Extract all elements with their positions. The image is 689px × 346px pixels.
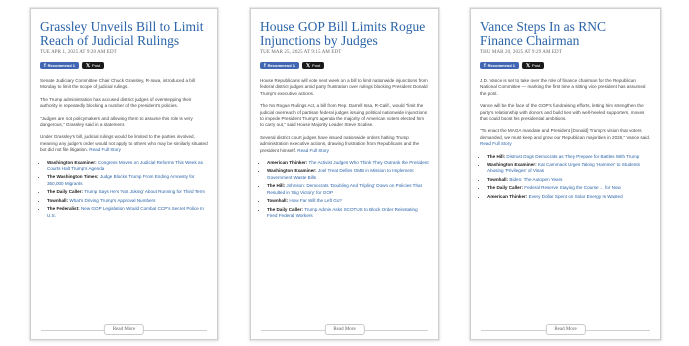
related-link[interactable]: Washington Examiner: Joel Treat Defies O…: [267, 168, 429, 181]
link-source: The Washington Times:: [47, 174, 99, 180]
article-title[interactable]: Vance Steps In as RNC Finance Chairman: [480, 20, 651, 48]
facebook-recommend-button[interactable]: f Recommend 1: [40, 62, 80, 69]
paragraph-text: Several district court judges have issue…: [260, 134, 420, 153]
read-full-story-link[interactable]: Read Full Story: [297, 148, 329, 153]
related-link[interactable]: American Thinker: The Activist Judges Wh…: [267, 160, 429, 166]
share-bar: f Recommend 1 𝕏 Post: [260, 62, 429, 69]
related-link[interactable]: The Hill: Distrust Dogs Democrats as The…: [487, 154, 651, 160]
related-links-list: Washington Examiner: Congress Moves on J…: [40, 160, 208, 219]
article-card-grassley: Grassley Unveils Bill to Limit Reach of …: [30, 8, 218, 340]
share-bar: f Recommend 1 𝕏 Post: [40, 62, 208, 69]
article-paragraph: House Republicans will vote next week on…: [260, 78, 428, 96]
read-more-button[interactable]: Read More: [545, 324, 586, 335]
article-paragraph: "Judges are not policymakers and allowin…: [40, 115, 193, 128]
read-more-area: Read More: [471, 323, 660, 339]
facebook-icon: f: [264, 62, 266, 69]
read-full-story-link[interactable]: Read Full Story: [89, 147, 121, 152]
post-label: Post: [532, 63, 541, 68]
link-source: American Thinker:: [487, 193, 528, 199]
facebook-recommend-button[interactable]: f Recommend 1: [260, 62, 300, 69]
recommend-label: Recommend 1: [47, 63, 76, 68]
paragraph-text: Under Grassley's bill, judicial rulings …: [40, 134, 208, 153]
article-card-house-gop: House GOP Bill Limits Rogue Injunctions …: [250, 8, 439, 340]
link-source: Washington Examiner:: [47, 159, 97, 165]
article-date: TUE APR 1, 2025 AT 9:20 AM EDT: [40, 50, 117, 55]
link-headline[interactable]: What's Driving Trump's Approval Numbers: [69, 198, 155, 203]
facebook-recommend-button[interactable]: f Recommend 1: [480, 62, 520, 69]
related-link[interactable]: Washington Examiner: Congress Moves on J…: [47, 160, 208, 173]
link-headline[interactable]: Trump Says He's 'Not Joking' About Runni…: [84, 189, 205, 194]
link-source: Washington Examiner:: [267, 168, 317, 174]
article-paragraph: The Trump administration has accused dis…: [40, 96, 192, 109]
recommend-label: Recommend 1: [267, 63, 296, 68]
x-post-button[interactable]: 𝕏 Post: [82, 62, 105, 69]
x-icon: 𝕏: [86, 62, 91, 69]
link-source: The Hill:: [267, 183, 286, 189]
recommend-label: Recommend 1: [487, 63, 516, 68]
related-link[interactable]: Townhall: What's Driving Trump's Approva…: [47, 198, 208, 204]
facebook-icon: f: [44, 62, 46, 69]
x-post-button[interactable]: 𝕏 Post: [302, 62, 325, 69]
link-source: Townhall:: [487, 176, 509, 182]
article-title[interactable]: Grassley Unveils Bill to Limit Reach of …: [40, 20, 208, 48]
article-paragraph: The No Rogue Rulings Act, a bill from Re…: [260, 103, 428, 128]
related-link[interactable]: The Daily Caller: Federal Reserve Stayin…: [487, 185, 651, 191]
link-source: The Hill:: [487, 153, 506, 159]
related-link[interactable]: Townhall: How Far Will the Left Go?: [267, 198, 429, 204]
related-link[interactable]: Townhall: Biden: The Autopen Years: [487, 177, 651, 183]
read-more-button[interactable]: Read More: [324, 324, 365, 335]
x-icon: 𝕏: [306, 62, 311, 69]
share-bar: f Recommend 1 𝕏 Post: [480, 62, 651, 69]
article-paragraph: Vance will be the face of the GOP's fund…: [480, 103, 645, 122]
related-link[interactable]: The Daily Caller: Trump Says He's 'Not J…: [47, 189, 208, 195]
article-date: THU MAR 20, 2025 AT 9:29 AM EDT: [480, 50, 562, 55]
x-icon: 𝕏: [526, 62, 531, 69]
link-source: The Daily Caller:: [267, 206, 303, 212]
related-link[interactable]: American Thinker: Every Dollar Spent on …: [487, 194, 651, 200]
article-paragraph: J.D. Vance is set to take over the role …: [480, 78, 646, 96]
facebook-icon: f: [484, 62, 486, 69]
article-paragraph: Senate Judiciary Committee Chair Chuck G…: [40, 78, 195, 90]
link-source: Townhall:: [267, 198, 289, 204]
paragraph-text: "To enact the MAGA mandate and President…: [480, 128, 651, 140]
related-link[interactable]: The Hill: Johnson: Democrats 'Doubling A…: [267, 183, 429, 196]
link-headline[interactable]: Distrust Dogs Democrats as They Prepare …: [506, 154, 639, 159]
related-link[interactable]: The Washington Times: Judge Blocks Trump…: [47, 174, 208, 187]
link-source: The Federalist:: [47, 206, 80, 212]
link-source: The Daily Caller:: [47, 189, 83, 195]
read-full-story-link[interactable]: Read Full Story: [480, 141, 512, 146]
link-source: Townhall:: [47, 197, 69, 203]
related-link[interactable]: Washington Examiner: Kat Cammack Urges T…: [487, 162, 651, 175]
post-label: Post: [312, 63, 321, 68]
related-link[interactable]: The Daily Caller: Trump Admin Asks SCOTU…: [267, 207, 429, 220]
article-title[interactable]: House GOP Bill Limits Rogue Injunctions …: [260, 20, 429, 48]
read-more-button[interactable]: Read More: [103, 324, 145, 335]
related-link[interactable]: The Federalist: New GOP Legislation Woul…: [47, 206, 208, 219]
link-source: Washington Examiner:: [487, 162, 537, 168]
article-card-vance: Vance Steps In as RNC Finance Chairman T…: [470, 8, 661, 340]
x-post-button[interactable]: 𝕏 Post: [522, 62, 545, 69]
read-more-area: Read More: [31, 323, 217, 339]
article-paragraph: Under Grassley's bill, judicial rulings …: [40, 134, 208, 153]
article-date: TUE MAR 25, 2025 AT 9:15 AM EDT: [260, 50, 342, 55]
link-source: American Thinker:: [267, 160, 308, 166]
read-more-area: Read More: [251, 323, 438, 339]
link-headline[interactable]: Johnson: Democrats 'Doubling And Triplin…: [267, 183, 422, 194]
link-headline[interactable]: Federal Reserve Staying the Course ... f…: [524, 185, 621, 190]
link-source: The Daily Caller:: [487, 185, 523, 191]
related-links-list: The Hill: Distrust Dogs Democrats as The…: [480, 154, 651, 200]
article-paragraph: "To enact the MAGA mandate and President…: [480, 128, 651, 147]
link-headline[interactable]: Biden: The Autopen Years: [509, 177, 562, 182]
link-headline[interactable]: Every Dollar Spent on Solar Energy Is Wa…: [529, 194, 623, 199]
related-links-list: American Thinker: The Activist Judges Wh…: [260, 160, 429, 219]
post-label: Post: [92, 63, 101, 68]
link-headline[interactable]: The Activist Judges Who Think They Outra…: [309, 160, 429, 165]
link-headline[interactable]: How Far Will the Left Go?: [289, 198, 342, 203]
article-paragraph: Several district court judges have issue…: [260, 135, 429, 154]
